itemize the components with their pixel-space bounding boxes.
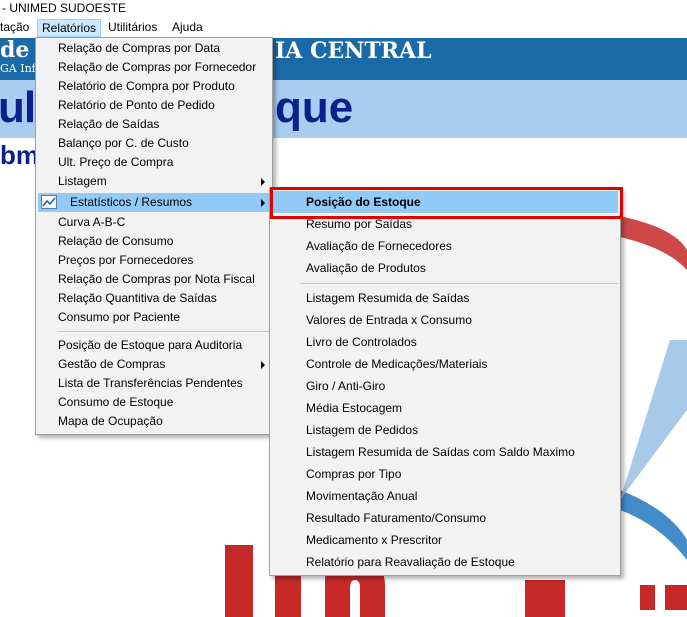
- submenu-item-controle-medicacoes[interactable]: Controle de Medicações/Materiais: [272, 353, 618, 375]
- menu-item-compras-por-nota-fiscal[interactable]: Relação de Compras por Nota Fiscal: [38, 270, 270, 289]
- menu-item-mapa-de-ocupacao[interactable]: Mapa de Ocupação: [38, 412, 270, 431]
- menu-importacao[interactable]: tação: [0, 19, 33, 37]
- estatisticos-submenu: Posição do Estoque Resumo por Saídas Ava…: [269, 188, 621, 576]
- submenu-arrow-icon: [261, 199, 265, 207]
- menu-item-quantitiva-de-saidas[interactable]: Relação Quantitiva de Saídas: [38, 289, 270, 308]
- menu-bar: tação Relatórios Utilitários Ajuda: [0, 18, 687, 38]
- menu-item-curva-abc[interactable]: Curva A-B-C: [38, 213, 270, 232]
- relatorios-menu: Relação de Compras por Data Relação de C…: [35, 37, 273, 435]
- submenu-item-entrada-x-consumo[interactable]: Valores de Entrada x Consumo: [272, 309, 618, 331]
- menu-item-relacao-de-consumo[interactable]: Relação de Consumo: [38, 232, 270, 251]
- submenu-item-resumo-por-saidas[interactable]: Resumo por Saídas: [272, 213, 618, 235]
- menu-item-compras-por-data[interactable]: Relação de Compras por Data: [38, 39, 270, 58]
- menu-item-posicao-estoque-auditoria[interactable]: Posição de Estoque para Auditoria: [38, 336, 270, 355]
- title-bar: - UNIMED SUDOESTE: [0, 0, 687, 18]
- menu-item-balanco-centro-custo[interactable]: Balanço por C. de Custo: [38, 134, 270, 153]
- submenu-item-reavaliacao-estoque[interactable]: Relatório para Reavaliação de Estoque: [272, 551, 618, 573]
- menu-separator: [300, 283, 618, 284]
- menu-item-ultimo-preco-compra[interactable]: Ult. Preço de Compra: [38, 153, 270, 172]
- window-title: - UNIMED SUDOESTE: [2, 1, 127, 15]
- submenu-item-compras-por-tipo[interactable]: Compras por Tipo: [272, 463, 618, 485]
- menu-ajuda[interactable]: Ajuda: [168, 19, 207, 37]
- menu-item-estatisticos-resumos[interactable]: Estatísticos / Resumos: [38, 193, 270, 212]
- submenu-item-livro-controlados[interactable]: Livro de Controlados: [272, 331, 618, 353]
- menu-item-transferencias-pendentes[interactable]: Lista de Transferências Pendentes: [38, 374, 270, 393]
- submenu-item-posicao-do-estoque[interactable]: Posição do Estoque: [272, 191, 618, 213]
- menu-item-compra-por-produto[interactable]: Relatório de Compra por Produto: [38, 77, 270, 96]
- module-subtitle: bm: [0, 140, 39, 170]
- menu-item-ponto-de-pedido[interactable]: Relatório de Ponto de Pedido: [38, 96, 270, 115]
- menu-item-gestao-de-compras[interactable]: Gestão de Compras: [38, 355, 270, 374]
- menu-item-relacao-de-saidas[interactable]: Relação de Saídas: [38, 115, 270, 134]
- menu-utilitarios[interactable]: Utilitários: [104, 19, 161, 37]
- submenu-item-giro-anti-giro[interactable]: Giro / Anti-Giro: [272, 375, 618, 397]
- chart-icon: [41, 195, 57, 209]
- menu-item-consumo-por-paciente[interactable]: Consumo por Paciente: [38, 308, 270, 327]
- menu-separator: [58, 331, 270, 332]
- submenu-item-movimentacao-anual[interactable]: Movimentação Anual: [272, 485, 618, 507]
- submenu-item-listagem-resumida-saidas[interactable]: Listagem Resumida de Saídas: [272, 287, 618, 309]
- submenu-item-saidas-saldo-maximo[interactable]: Listagem Resumida de Saídas com Saldo Ma…: [272, 441, 618, 463]
- banner-title-right: IA CENTRAL: [275, 38, 432, 64]
- submenu-item-media-estocagem[interactable]: Média Estocagem: [272, 397, 618, 419]
- submenu-arrow-icon: [261, 361, 265, 369]
- menu-relatorios[interactable]: Relatórios: [37, 19, 102, 37]
- submenu-item-medicamento-prescritor[interactable]: Medicamento x Prescritor: [272, 529, 618, 551]
- submenu-item-avaliacao-produtos[interactable]: Avaliação de Produtos: [272, 257, 618, 279]
- menu-item-precos-por-fornecedores[interactable]: Preços por Fornecedores: [38, 251, 270, 270]
- menu-item-compras-por-fornecedor[interactable]: Relação de Compras por Fornecedor: [38, 58, 270, 77]
- module-title-right: que: [275, 83, 354, 132]
- submenu-arrow-icon: [261, 178, 265, 186]
- submenu-item-listagem-pedidos[interactable]: Listagem de Pedidos: [272, 419, 618, 441]
- menu-item-consumo-de-estoque[interactable]: Consumo de Estoque: [38, 393, 270, 412]
- menu-item-listagem[interactable]: Listagem: [38, 172, 270, 191]
- submenu-item-avaliacao-fornecedores[interactable]: Avaliação de Fornecedores: [272, 235, 618, 257]
- submenu-item-faturamento-consumo[interactable]: Resultado Faturamento/Consumo: [272, 507, 618, 529]
